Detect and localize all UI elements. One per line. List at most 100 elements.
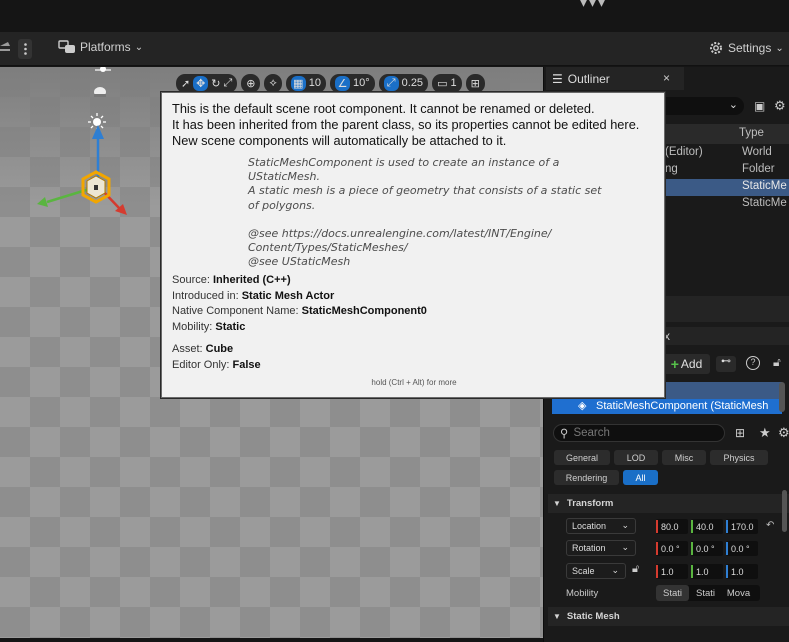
camera-icon: ▭ bbox=[437, 77, 448, 90]
mobility-movable[interactable]: Mova bbox=[722, 585, 755, 601]
chevron-down-icon: ▼ bbox=[553, 499, 561, 508]
scrollbar[interactable] bbox=[782, 490, 787, 532]
transform-section[interactable]: ▼ Transform bbox=[548, 494, 789, 513]
filter-all[interactable]: All bbox=[623, 470, 658, 485]
details-search-input[interactable]: ⚲ Search bbox=[553, 424, 725, 442]
rotate-icon[interactable]: ↻ bbox=[211, 77, 220, 90]
tooltip-line: New scene components will automatically … bbox=[172, 133, 507, 148]
tooltip-line: It has been inherited from the parent cl… bbox=[172, 117, 640, 132]
transform-gizmo[interactable] bbox=[35, 67, 145, 227]
gear-icon bbox=[710, 42, 722, 54]
filter-rendering[interactable]: Rendering bbox=[554, 470, 619, 485]
rotation-x-field[interactable]: 0.0 ° bbox=[656, 541, 688, 556]
scale-dropdown[interactable]: Scale ⌄ bbox=[566, 563, 626, 579]
surface-snap-icon: ⟡ bbox=[269, 76, 277, 89]
scale-snap[interactable]: ⤢ 0.25 bbox=[378, 73, 429, 93]
tooltip-header: This is the default scene root component… bbox=[172, 101, 662, 149]
mobility-selector: Stati Stati Mova bbox=[656, 585, 760, 601]
plus-icon: + bbox=[670, 356, 679, 372]
chevron-down-icon: ▼ bbox=[553, 612, 561, 621]
scale-icon[interactable]: ⤢ bbox=[223, 77, 232, 90]
filter-lod[interactable]: LOD bbox=[614, 450, 658, 465]
search-placeholder: Search bbox=[573, 427, 610, 439]
search-icon: ⚲ bbox=[560, 428, 569, 440]
add-folder-icon[interactable]: ▣ bbox=[754, 99, 765, 113]
mesh-icon: ◈ bbox=[578, 400, 587, 412]
location-dropdown[interactable]: Location ⌄ bbox=[566, 518, 636, 534]
mobility-stationary[interactable]: Stati bbox=[689, 585, 722, 601]
gear-icon[interactable]: ⚙ bbox=[778, 425, 789, 441]
mobility-label: Mobility bbox=[566, 588, 599, 599]
add-component-button[interactable]: + Add bbox=[663, 354, 710, 374]
filter-physics[interactable]: Physics bbox=[710, 450, 768, 465]
more-options-icon[interactable] bbox=[18, 39, 32, 59]
platforms-label: Platforms bbox=[80, 40, 131, 54]
location-z-field[interactable]: 170.0 bbox=[726, 519, 758, 534]
gamepad-icon bbox=[58, 40, 75, 53]
rotation-y-field[interactable]: 0.0 ° bbox=[691, 541, 723, 556]
scale-row: Scale ⌄ 🔓︎ 1.0 1.0 1.0 bbox=[548, 561, 789, 583]
platforms-button[interactable]: Platforms ⌄ bbox=[58, 40, 143, 54]
grid-icon: ▦ bbox=[290, 75, 306, 91]
light-icon bbox=[95, 67, 111, 72]
tooltip-editor-only: Editor Only: False bbox=[172, 359, 261, 371]
blueprint-icon[interactable]: ⊷ bbox=[716, 356, 736, 372]
camera-speed-value: 1 bbox=[450, 77, 457, 89]
camera-speed[interactable]: ▭ 1 bbox=[432, 73, 462, 93]
scrollbar[interactable] bbox=[779, 382, 785, 412]
settings-button[interactable]: Settings ⌄ bbox=[708, 40, 784, 56]
chevron-down-icon: ⌄ bbox=[621, 520, 629, 530]
scale-x-field[interactable]: 1.0 bbox=[656, 564, 688, 579]
lock-icon[interactable]: 🔓︎ bbox=[773, 355, 781, 370]
translate-icon[interactable]: ✥ bbox=[193, 75, 209, 91]
settings-label: Settings bbox=[728, 41, 772, 55]
transform-label: Transform bbox=[566, 498, 614, 509]
location-x-field[interactable]: 80.0 bbox=[656, 519, 688, 534]
close-icon[interactable]: × bbox=[663, 71, 670, 85]
coordinate-system[interactable]: ⊕ bbox=[241, 73, 261, 93]
type-column-header[interactable]: Type bbox=[739, 127, 764, 139]
scale-y-field[interactable]: 1.0 bbox=[691, 564, 723, 579]
chevron-down-icon: ⌄ bbox=[611, 565, 619, 575]
title-bar: ▾▾▾ bbox=[0, 0, 789, 32]
tab-outliner[interactable]: ☰ Outliner × bbox=[546, 67, 684, 90]
mobility-static[interactable]: Stati bbox=[656, 585, 689, 601]
select-icon[interactable]: ➚ bbox=[181, 77, 190, 90]
tooltip-doc: StaticMeshComponent is used to create an… bbox=[248, 156, 602, 269]
window-grip-icon: ▾▾▾ bbox=[580, 0, 608, 10]
star-icon[interactable]: ★ bbox=[759, 425, 771, 441]
unlock-icon[interactable]: 🔓︎ bbox=[632, 563, 639, 576]
angle-icon: ∠ bbox=[335, 75, 350, 91]
table-view-icon[interactable]: ⊞ bbox=[735, 426, 745, 440]
chevron-down-icon: ⌄ bbox=[775, 42, 784, 54]
settings-gear-icon[interactable]: ⚙ bbox=[774, 98, 786, 114]
static-mesh-label: Static Mesh bbox=[566, 611, 620, 622]
location-y-field[interactable]: 40.0 bbox=[691, 519, 723, 534]
filter-general[interactable]: General bbox=[554, 450, 610, 465]
static-mesh-section[interactable]: ▼ Static Mesh bbox=[548, 607, 789, 626]
outliner-tab-label: Outliner bbox=[567, 71, 610, 86]
chevron-down-icon: ⌄ bbox=[134, 41, 144, 53]
transform-tools: ➚ ✥ ↻ ⤢ bbox=[176, 73, 238, 93]
rotation-z-field[interactable]: 0.0 ° bbox=[726, 541, 758, 556]
rotation-snap[interactable]: ∠ 10° bbox=[330, 73, 375, 93]
component-tooltip: This is the default scene root component… bbox=[161, 92, 665, 398]
layout-button[interactable]: ⊞ bbox=[465, 73, 485, 93]
filter-misc[interactable]: Misc bbox=[662, 450, 706, 465]
tooltip-source: Source: Inherited (C++) bbox=[172, 274, 291, 286]
mode-icon[interactable] bbox=[0, 40, 12, 54]
rotation-row: Rotation ⌄ 0.0 ° 0.0 ° 0.0 ° bbox=[548, 538, 789, 560]
scale-z-field[interactable]: 1.0 bbox=[726, 564, 758, 579]
rotation-dropdown[interactable]: Rotation ⌄ bbox=[566, 540, 636, 556]
chevron-down-icon: ⌄ bbox=[728, 99, 738, 111]
skylight-icon bbox=[94, 87, 106, 97]
surface-snap[interactable]: ⟡ bbox=[264, 73, 282, 93]
mobility-row: Mobility Stati Stati Mova bbox=[548, 584, 789, 606]
scale-snap-value: 0.25 bbox=[401, 77, 424, 89]
grid-snap[interactable]: ▦ 10 bbox=[285, 73, 326, 93]
help-icon[interactable]: ? bbox=[746, 356, 760, 370]
chevron-down-icon: ⌄ bbox=[621, 542, 629, 552]
scale-snap-icon: ⤢ bbox=[383, 75, 399, 91]
tooltip-mobility: Mobility: Static bbox=[172, 321, 246, 333]
reset-icon[interactable]: ↶ bbox=[766, 520, 774, 531]
